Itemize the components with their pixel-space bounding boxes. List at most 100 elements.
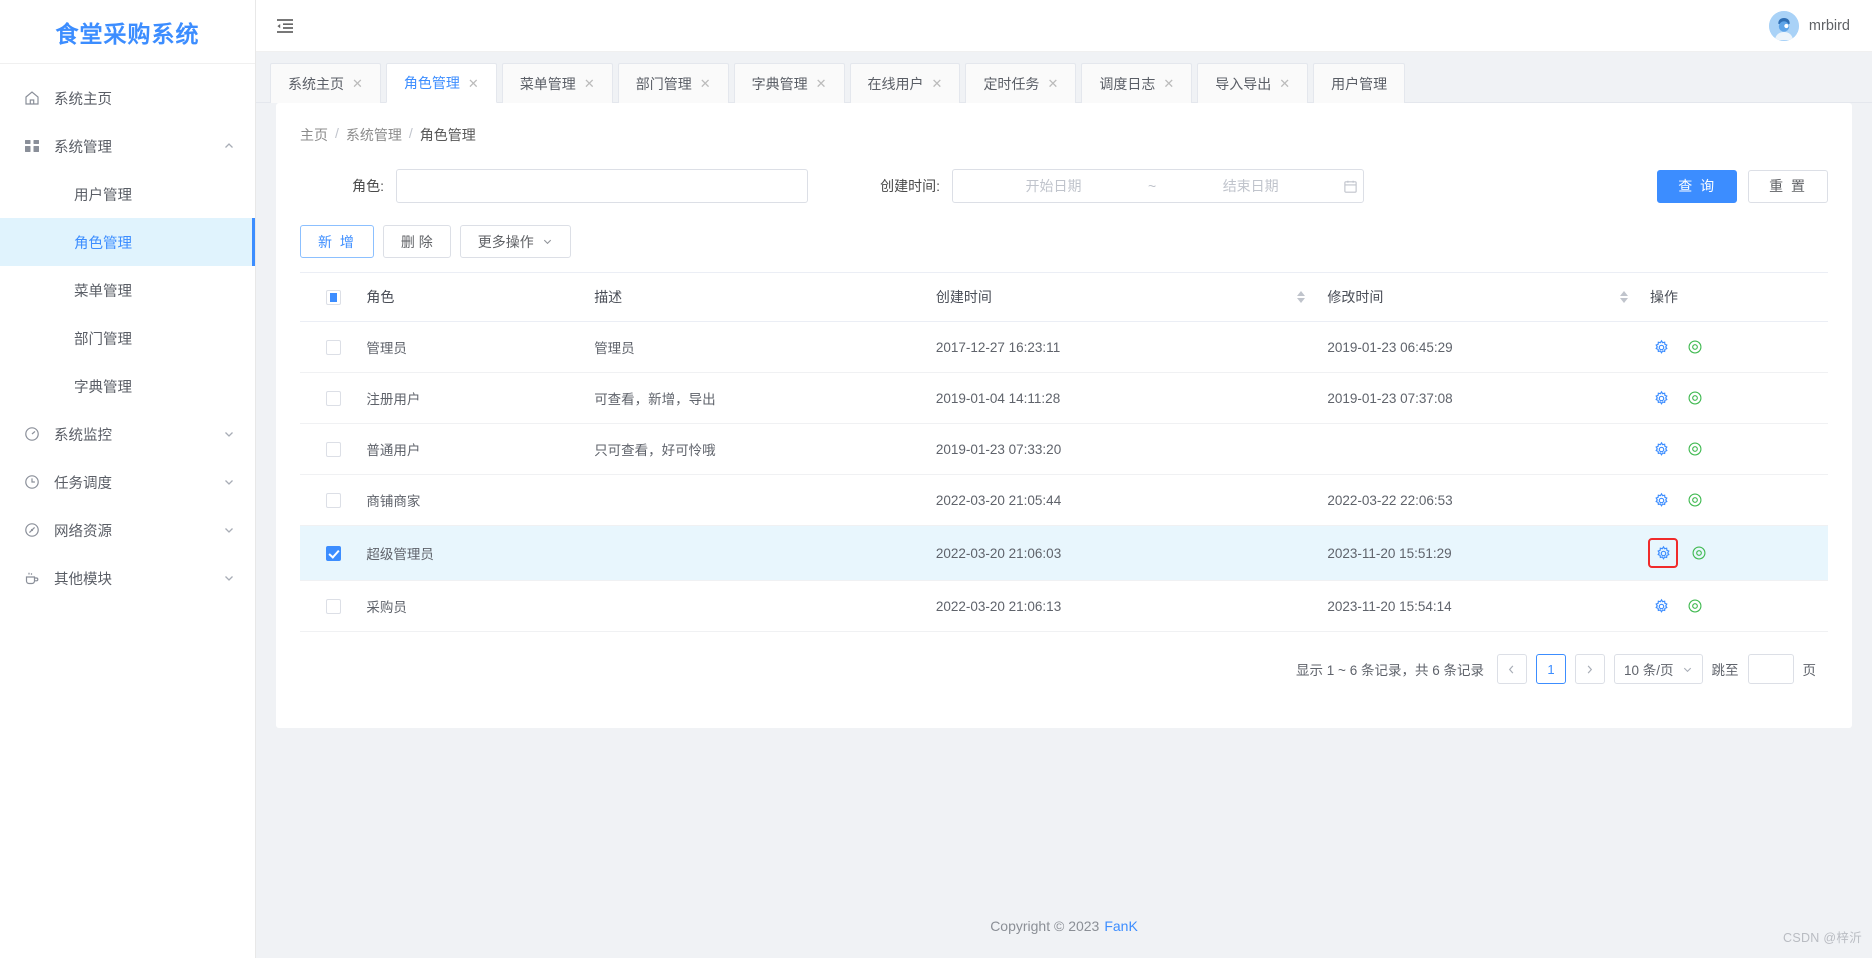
app-logo[interactable]: 食堂采购系统 (0, 0, 255, 64)
table-body: 管理员 管理员 2017-12-27 16:23:11 2019-01-23 0… (300, 321, 1828, 632)
eye-icon[interactable] (1684, 336, 1706, 358)
tab-role-management[interactable]: 角色管理 ✕ (385, 63, 497, 103)
close-icon[interactable]: ✕ (352, 77, 363, 90)
role-search-input[interactable] (396, 169, 808, 203)
create-time-filter-label: 创建时间: (880, 178, 940, 194)
end-date-input[interactable] (1160, 178, 1342, 194)
pagination-page-1[interactable]: 1 (1535, 654, 1566, 684)
cell-role: 普通用户 (366, 423, 595, 475)
select-all-checkbox[interactable] (326, 290, 341, 306)
table-row[interactable]: 采购员 2022-03-20 21:06:13 2023-11-20 15:54… (300, 580, 1828, 632)
pagination-jump-input[interactable] (1747, 654, 1794, 684)
cell-role: 采购员 (366, 580, 595, 632)
pagination-next-button[interactable] (1574, 654, 1605, 684)
chevron-down-icon (223, 572, 235, 584)
table-row[interactable]: 注册用户 可查看，新增，导出 2019-01-04 14:11:28 2019-… (300, 372, 1828, 424)
cell-modify-time: 2019-01-23 07:37:08 (1327, 372, 1650, 424)
add-button[interactable]: 新 增 (300, 225, 374, 258)
tab-menu-management[interactable]: 菜单管理 ✕ (501, 63, 613, 103)
tab-online-users[interactable]: 在线用户 ✕ (849, 63, 961, 103)
cell-operations (1650, 321, 1828, 373)
app-root: 食堂采购系统 系统主页 系统管理 用户管理 角色管理 菜单管理 部门管理 字典管… (0, 0, 1872, 958)
cell-create-time: 2017-12-27 16:23:11 (935, 321, 1328, 373)
row-checkbox[interactable] (326, 598, 341, 614)
tab-label: 系统主页 (288, 75, 344, 92)
gear-icon[interactable] (1650, 336, 1672, 358)
eye-icon[interactable] (1684, 595, 1706, 617)
eye-icon[interactable] (1684, 438, 1706, 460)
close-icon[interactable]: ✕ (468, 77, 479, 90)
pagination-prev-button[interactable] (1496, 654, 1527, 684)
sidebar-item-menu-management[interactable]: 菜单管理 (0, 266, 255, 314)
sidebar-item-user-management[interactable]: 用户管理 (0, 170, 255, 218)
close-icon[interactable]: ✕ (1163, 77, 1174, 90)
eye-icon[interactable] (1684, 387, 1706, 409)
breadcrumb-item-system-management[interactable]: 系统管理 (346, 125, 402, 145)
row-checkbox[interactable] (326, 492, 341, 508)
close-icon[interactable]: ✕ (700, 77, 711, 90)
column-header-role: 角色 (366, 272, 595, 322)
delete-button[interactable]: 删 除 (382, 225, 451, 258)
tab-user-management[interactable]: 用户管理 (1313, 63, 1406, 103)
sort-caret-icon[interactable] (1297, 291, 1306, 303)
tab-label: 角色管理 (403, 75, 460, 91)
role-filter-group: 角色: (300, 169, 808, 203)
tab-import-export[interactable]: 导入导出 ✕ (1197, 63, 1309, 103)
sidebar-item-network-resources[interactable]: 网络资源 (0, 506, 255, 554)
eye-icon[interactable] (1688, 542, 1710, 564)
grid-icon (22, 136, 42, 156)
sidebar-item-system-monitor[interactable]: 系统监控 (0, 410, 255, 458)
sidebar-item-system-management[interactable]: 系统管理 (0, 122, 255, 170)
cell-create-time: 2019-01-23 07:33:20 (935, 423, 1328, 475)
row-checkbox[interactable] (326, 441, 341, 457)
more-actions-button[interactable]: 更多操作 (459, 225, 571, 258)
user-menu[interactable]: mrbird (1768, 10, 1850, 41)
row-checkbox[interactable] (326, 545, 341, 561)
start-date-input[interactable] (963, 178, 1144, 194)
tab-dictionary-management[interactable]: 字典管理 ✕ (733, 63, 845, 103)
sort-caret-icon[interactable] (1620, 291, 1628, 303)
chevron-down-icon (223, 428, 235, 440)
gear-icon[interactable] (1650, 438, 1672, 460)
close-icon[interactable]: ✕ (1279, 77, 1290, 90)
gear-icon[interactable] (1650, 387, 1672, 409)
row-checkbox[interactable] (326, 339, 341, 355)
sidebar-item-department-management[interactable]: 部门管理 (0, 314, 255, 362)
sidebar-item-home[interactable]: 系统主页 (0, 74, 255, 122)
column-header-create-time[interactable]: 创建时间 (935, 272, 1328, 322)
gear-icon[interactable] (1650, 489, 1672, 511)
table-row[interactable]: 管理员 管理员 2017-12-27 16:23:11 2019-01-23 0… (300, 321, 1828, 373)
table-row[interactable]: 商铺商家 2022-03-20 21:05:44 2022-03-22 22:0… (300, 474, 1828, 526)
sidebar-item-other-modules[interactable]: 其他模块 (0, 554, 255, 602)
close-icon[interactable]: ✕ (932, 77, 943, 90)
gear-icon[interactable] (1650, 595, 1672, 617)
calendar-icon[interactable] (1343, 179, 1358, 194)
close-icon[interactable]: ✕ (816, 77, 827, 90)
sidebar-item-task-scheduling[interactable]: 任务调度 (0, 458, 255, 506)
eye-icon[interactable] (1684, 489, 1706, 511)
reset-button[interactable]: 重 置 (1748, 169, 1828, 203)
tab-schedule-logs[interactable]: 调度日志 ✕ (1081, 63, 1193, 103)
cell-modify-time: 2022-03-22 22:06:53 (1327, 474, 1650, 526)
create-time-range-picker[interactable]: ~ (952, 169, 1364, 203)
create-time-filter-group: 创建时间: ~ (856, 169, 1364, 203)
table-row[interactable]: 超级管理员 2022-03-20 21:06:03 2023-11-20 15:… (300, 525, 1828, 581)
close-icon[interactable]: ✕ (584, 77, 595, 90)
tab-scheduled-tasks[interactable]: 定时任务 ✕ (965, 63, 1077, 103)
sidebar-item-role-management[interactable]: 角色管理 (0, 218, 255, 266)
tab-department-management[interactable]: 部门管理 ✕ (617, 63, 729, 103)
sidebar-item-dictionary-management[interactable]: 字典管理 (0, 362, 255, 410)
breadcrumb-item-home[interactable]: 主页 (300, 125, 328, 145)
tab-system-home[interactable]: 系统主页 ✕ (270, 63, 381, 103)
column-header-modify-time[interactable]: 修改时间 (1327, 272, 1650, 322)
table-row[interactable]: 普通用户 只可查看，好可怜哦 2019-01-23 07:33:20 (300, 423, 1828, 475)
table-header-row: 角色 描述 创建时间 修改时间 操作 (300, 272, 1828, 322)
cell-operations (1650, 474, 1828, 526)
row-checkbox[interactable] (326, 390, 341, 406)
query-button[interactable]: 查 询 (1657, 169, 1738, 203)
close-icon[interactable]: ✕ (1047, 77, 1058, 90)
footer-brand-link[interactable]: FanK (1104, 918, 1137, 934)
menu-fold-icon[interactable] (270, 11, 300, 41)
page-size-select[interactable]: 10 条/页 (1613, 654, 1703, 684)
gear-icon[interactable] (1648, 538, 1678, 568)
